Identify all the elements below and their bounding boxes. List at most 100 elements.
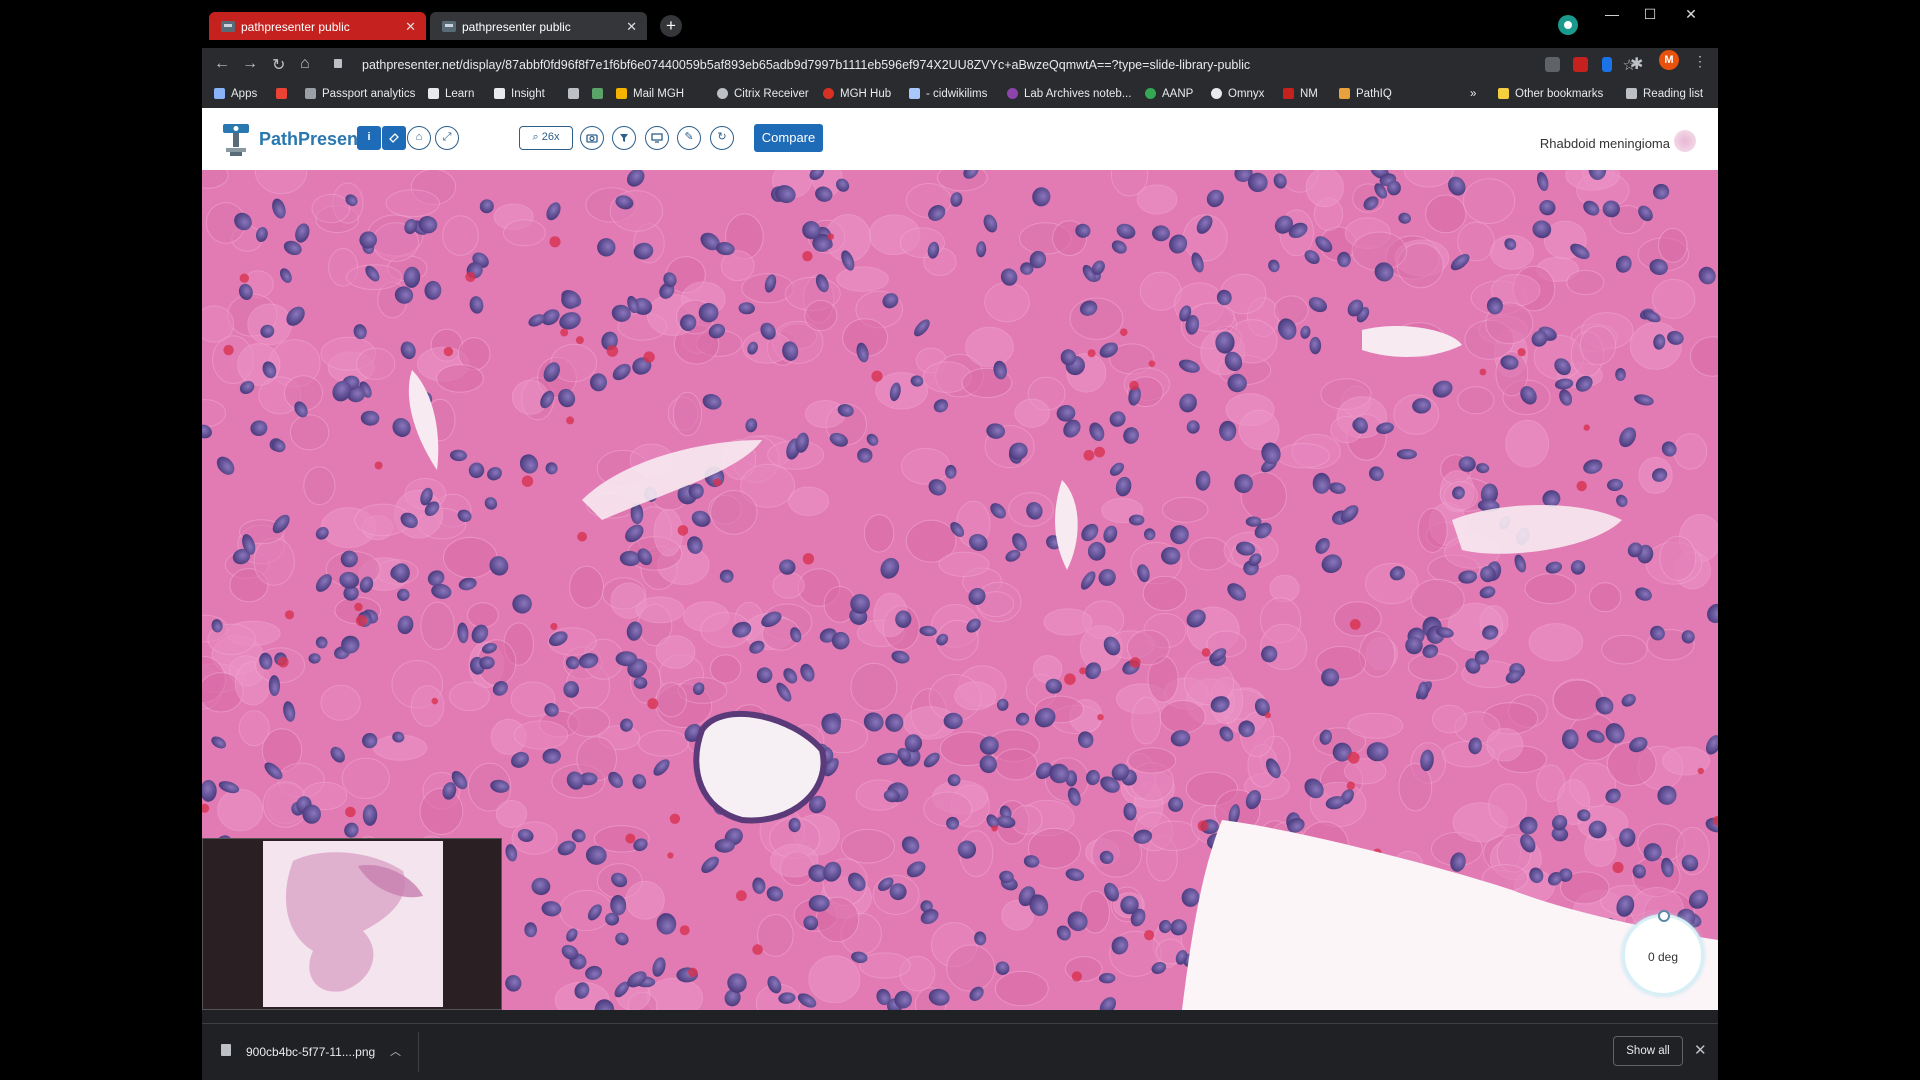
filter-icon — [620, 134, 628, 142]
bookmark-item[interactable]: Apps — [214, 88, 257, 100]
tab-title: pathpresenter public — [462, 20, 571, 34]
minimap[interactable] — [202, 838, 502, 1010]
bookmark-item[interactable]: NM — [1283, 88, 1318, 100]
bookmark-icon — [305, 88, 316, 99]
red-blood-cell — [1346, 781, 1356, 790]
cell-cytoplasm — [410, 685, 445, 727]
kebab-menu-icon[interactable]: ⋮ — [1693, 53, 1707, 70]
new-tab-button[interactable]: + — [660, 15, 682, 37]
cell-cytoplasm — [1652, 278, 1696, 319]
address-bar[interactable]: pathpresenter.net/display/87abbf0fd96f8f… — [330, 52, 1660, 78]
annotation-tool-button[interactable] — [382, 126, 406, 150]
forward-arrow-icon[interactable]: → — [242, 55, 258, 73]
rotation-handle[interactable] — [1658, 910, 1670, 922]
cell-cytoplasm — [1032, 655, 1063, 684]
cell-cytoplasm — [247, 303, 293, 346]
other-bookmarks[interactable]: Other bookmarks — [1498, 88, 1603, 100]
chevron-up-icon[interactable]: ︿ — [390, 1043, 401, 1059]
minimap-slide[interactable] — [263, 841, 443, 1007]
fullscreen-button[interactable]: ⤢ — [435, 126, 459, 150]
home-icon[interactable]: ⌂ — [300, 55, 310, 73]
cell-cytoplasm — [1010, 805, 1043, 835]
cell-cytoplasm — [443, 536, 498, 579]
bookmark-item[interactable]: Insight — [494, 88, 545, 100]
back-arrow-icon[interactable]: ← — [214, 55, 230, 73]
cell-cytoplasm — [836, 266, 889, 292]
cell-cytoplasm — [1658, 227, 1688, 263]
cell-cytoplasm — [1579, 325, 1617, 366]
info-button[interactable]: i — [357, 126, 381, 150]
cell-cytoplasm — [1347, 712, 1404, 739]
red-blood-cell — [1583, 424, 1590, 431]
bookmark-icon — [1007, 88, 1018, 99]
extension-icon[interactable] — [1545, 57, 1560, 72]
cell-cytoplasm — [994, 970, 1049, 1007]
cell-cytoplasm — [341, 757, 390, 799]
bookmark-item[interactable]: PathIQ — [1339, 88, 1392, 100]
zoom-level[interactable]: ⌕ 26x — [519, 126, 573, 150]
tab-close-icon[interactable]: ✕ — [626, 19, 637, 35]
present-button[interactable] — [645, 126, 669, 150]
cell-cytoplasm — [1127, 747, 1177, 774]
cell-cytoplasm — [385, 189, 440, 218]
cell-cytoplasm — [1488, 783, 1527, 829]
tab-pathpresenter-1[interactable]: pathpresenter public ✕ — [209, 12, 426, 40]
close-icon[interactable]: ✕ — [1694, 1041, 1707, 1059]
bookmarks-overflow-button[interactable]: » — [1470, 88, 1476, 100]
extension-icon[interactable] — [1573, 57, 1588, 72]
cell-cytoplasm — [1014, 398, 1050, 428]
cell-cytoplasm — [808, 955, 861, 1004]
tab-close-icon[interactable]: ✕ — [405, 19, 416, 35]
bookmark-icon — [1339, 88, 1350, 99]
bookmark-item[interactable]: Passport analytics — [305, 88, 415, 100]
slide-title: Rhabdoid meningioma — [1539, 136, 1670, 151]
profile-avatar[interactable]: M — [1659, 50, 1679, 70]
cell-cytoplasm — [625, 880, 665, 920]
filter-button[interactable] — [612, 126, 636, 150]
maximize-button[interactable]: ☐ — [1635, 6, 1665, 23]
snapshot-button[interactable] — [580, 126, 604, 150]
reload-icon[interactable]: ↻ — [272, 55, 285, 75]
bookmark-item[interactable]: Citrix Receiver — [717, 88, 809, 100]
bookmark-item[interactable]: Learn — [428, 88, 474, 100]
bookmark-item[interactable]: Mail MGH — [616, 88, 684, 100]
reading-list[interactable]: Reading list — [1626, 88, 1703, 100]
red-blood-cell — [606, 345, 619, 357]
bookmark-item[interactable] — [592, 88, 609, 100]
bookmark-item[interactable]: AANP — [1145, 88, 1193, 100]
close-window-button[interactable]: ✕ — [1676, 6, 1706, 23]
slide-viewer[interactable]: 0 deg — [202, 170, 1718, 1010]
draw-button[interactable]: ✎ — [677, 126, 701, 150]
microscope-logo-icon — [223, 124, 249, 156]
show-all-button[interactable]: Show all — [1613, 1036, 1683, 1066]
bookmark-item[interactable]: - cidwikilims — [909, 88, 987, 100]
bookmark-item[interactable] — [276, 88, 293, 100]
puzzle-extensions-icon[interactable]: ✱ — [1630, 54, 1643, 74]
cell-cytoplasm — [1601, 634, 1648, 665]
tab-pathpresenter-2[interactable]: pathpresenter public ✕ — [430, 12, 647, 40]
home-view-button[interactable]: ⌂ — [407, 126, 431, 150]
red-blood-cell — [667, 852, 674, 859]
file-icon — [221, 1044, 231, 1056]
app-header: PathPresenter i ⌂ ⤢ ⌕ 26x ✎ ↻ Compare Rh… — [202, 108, 1718, 170]
download-filename[interactable]: 900cb4bc-5f77-11....png — [246, 1045, 375, 1059]
extension-icon[interactable] — [1602, 57, 1612, 72]
compare-button[interactable]: Compare — [754, 124, 823, 152]
red-blood-cell — [355, 614, 368, 627]
cell-cytoplasm — [672, 391, 703, 437]
red-blood-cell — [550, 622, 558, 631]
cell-cytoplasm — [1333, 601, 1382, 637]
bookmark-item[interactable] — [568, 88, 585, 100]
screen-recorder-icon[interactable] — [1558, 15, 1578, 35]
nucleus — [1128, 514, 1145, 526]
cell-cytoplasm — [1064, 956, 1103, 982]
red-blood-cell — [431, 697, 439, 705]
bookmark-item[interactable]: MGH Hub — [823, 88, 891, 100]
rotate-button[interactable]: ↻ — [710, 126, 734, 150]
red-blood-cell — [688, 967, 698, 978]
minimize-button[interactable]: — — [1597, 6, 1627, 22]
cell-cytoplasm — [788, 486, 830, 516]
red-blood-cell — [1087, 349, 1096, 358]
bookmark-item[interactable]: Omnyx — [1211, 88, 1264, 100]
bookmark-item[interactable]: Lab Archives noteb... — [1007, 88, 1131, 100]
